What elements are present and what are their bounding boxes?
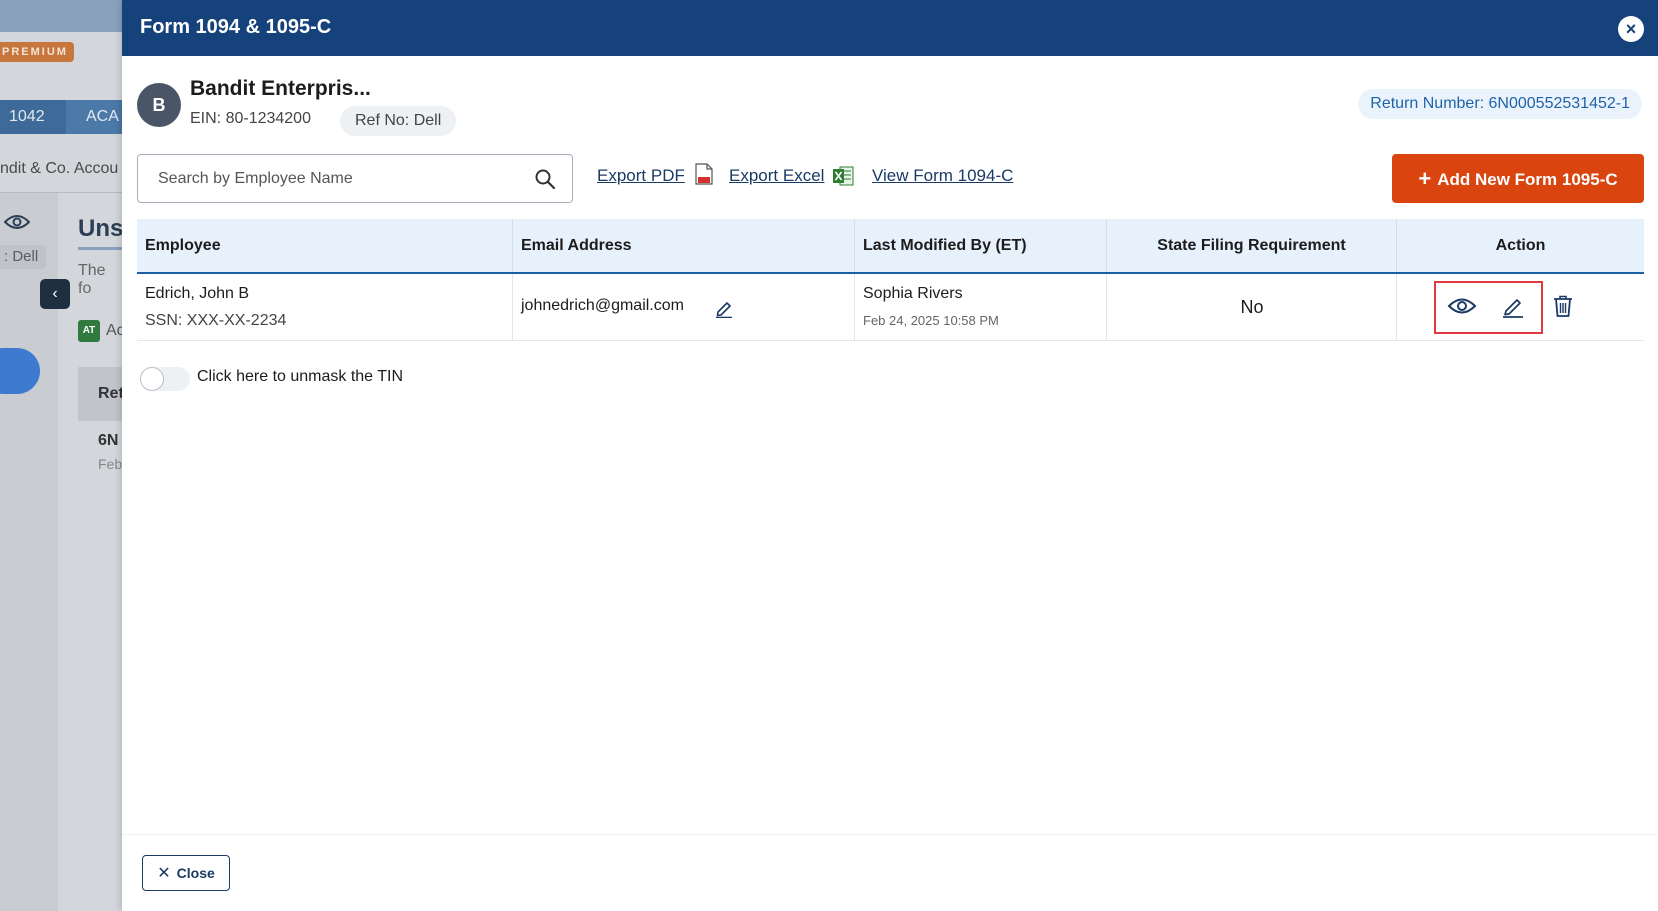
company-ein: EIN: 80-1234200 — [190, 110, 311, 127]
header-action: Action — [1495, 237, 1546, 254]
background-page: PREMIUM 1042 ACA ndit & Co. Accou : Dell… — [0, 0, 122, 911]
modified-by-name: Sophia Rivers — [863, 285, 963, 302]
header-email: Email Address — [513, 219, 855, 272]
state-filing-cell: No — [1107, 274, 1397, 340]
eye-icon[interactable] — [4, 214, 30, 230]
header-state-filing: State Filing Requirement — [1107, 219, 1397, 272]
table-header: Employee Email Address Last Modified By … — [137, 219, 1644, 274]
toggle-knob — [140, 367, 164, 391]
email-cell: johnedrich@gmail.com — [513, 274, 855, 340]
tab-aca[interactable]: ACA — [66, 100, 122, 134]
close-icon: ✕ — [157, 865, 171, 882]
add-new-form-button[interactable]: + Add New Form 1095-C — [1392, 154, 1644, 203]
last-modified-cell: Sophia Rivers Feb 24, 2025 10:58 PM — [855, 274, 1107, 340]
background-heading: Uns — [78, 215, 122, 242]
add-new-form-label: Add New Form 1095-C — [1437, 170, 1618, 189]
search-icon[interactable] — [534, 168, 556, 190]
unmask-tin-toggle[interactable] — [140, 367, 190, 391]
header-employee: Employee — [137, 219, 513, 272]
premium-badge: PREMIUM — [0, 42, 74, 62]
background-top-bar — [0, 0, 122, 32]
employee-table: Employee Email Address Last Modified By … — [137, 219, 1644, 341]
return-number-badge: Return Number: 6N000552531452-1 — [1358, 89, 1642, 119]
employee-search-box[interactable] — [137, 154, 573, 203]
background-heading-underline — [78, 247, 122, 250]
edit-pencil-icon[interactable] — [1501, 294, 1525, 318]
pdf-file-icon[interactable] — [695, 163, 713, 185]
background-description: The fo — [78, 262, 106, 297]
export-pdf-link[interactable]: Export PDF — [597, 166, 685, 186]
close-button-label: Close — [176, 865, 215, 881]
modal-header: Form 1094 & 1095-C × — [122, 0, 1658, 56]
employee-search-input[interactable] — [158, 167, 518, 191]
edit-email-icon[interactable] — [714, 298, 734, 318]
background-ref-pill: : Dell — [0, 245, 46, 269]
employee-cell: Edrich, John B SSN: XXX-XX-2234 — [137, 274, 513, 340]
modal-close-icon[interactable]: × — [1618, 16, 1644, 42]
delete-trash-icon[interactable] — [1552, 294, 1574, 318]
company-name: Bandit Enterpris... — [190, 77, 371, 100]
company-avatar: B — [137, 83, 181, 127]
employee-email: johnedrich@gmail.com — [521, 297, 684, 314]
background-table-cell: 6N — [98, 432, 119, 449]
header-last-modified: Last Modified By (ET) — [855, 219, 1107, 272]
background-company-name: ndit & Co. Accou — [0, 160, 119, 177]
collapse-sidebar-button[interactable]: ‹ — [40, 279, 70, 309]
form-modal: Form 1094 & 1095-C × B Bandit Enterpris.… — [122, 0, 1658, 911]
excel-file-icon[interactable] — [832, 165, 854, 187]
table-row: Edrich, John B SSN: XXX-XX-2234 johnedri… — [137, 274, 1644, 341]
view-eye-icon[interactable] — [1447, 296, 1477, 316]
modified-date: Feb 24, 2025 10:58 PM — [863, 313, 999, 328]
tab-1042[interactable]: 1042 — [0, 100, 66, 134]
employee-name: Edrich, John B — [145, 285, 250, 302]
export-excel-link[interactable]: Export Excel — [729, 166, 824, 186]
background-table-header: Ret — [78, 367, 122, 421]
background-tabs: 1042 ACA — [0, 100, 122, 134]
plus-icon: + — [1418, 166, 1432, 191]
footer-divider — [122, 834, 1658, 835]
background-table-cell-date: Feb — [98, 456, 122, 472]
action-cell — [1397, 274, 1644, 340]
at-badge-icon: AT — [78, 320, 100, 342]
close-button[interactable]: ✕ Close — [142, 855, 230, 891]
unmask-tin-label[interactable]: Click here to unmask the TIN — [197, 368, 403, 386]
view-form-1094c-link[interactable]: View Form 1094-C — [872, 166, 1013, 186]
background-at-text: Ac — [106, 322, 122, 339]
employee-ssn: SSN: XXX-XX-2234 — [145, 312, 287, 329]
modal-title: Form 1094 & 1095-C — [140, 16, 332, 38]
ref-number-badge: Ref No: Dell — [340, 106, 457, 136]
state-filing-value: No — [1240, 297, 1264, 317]
